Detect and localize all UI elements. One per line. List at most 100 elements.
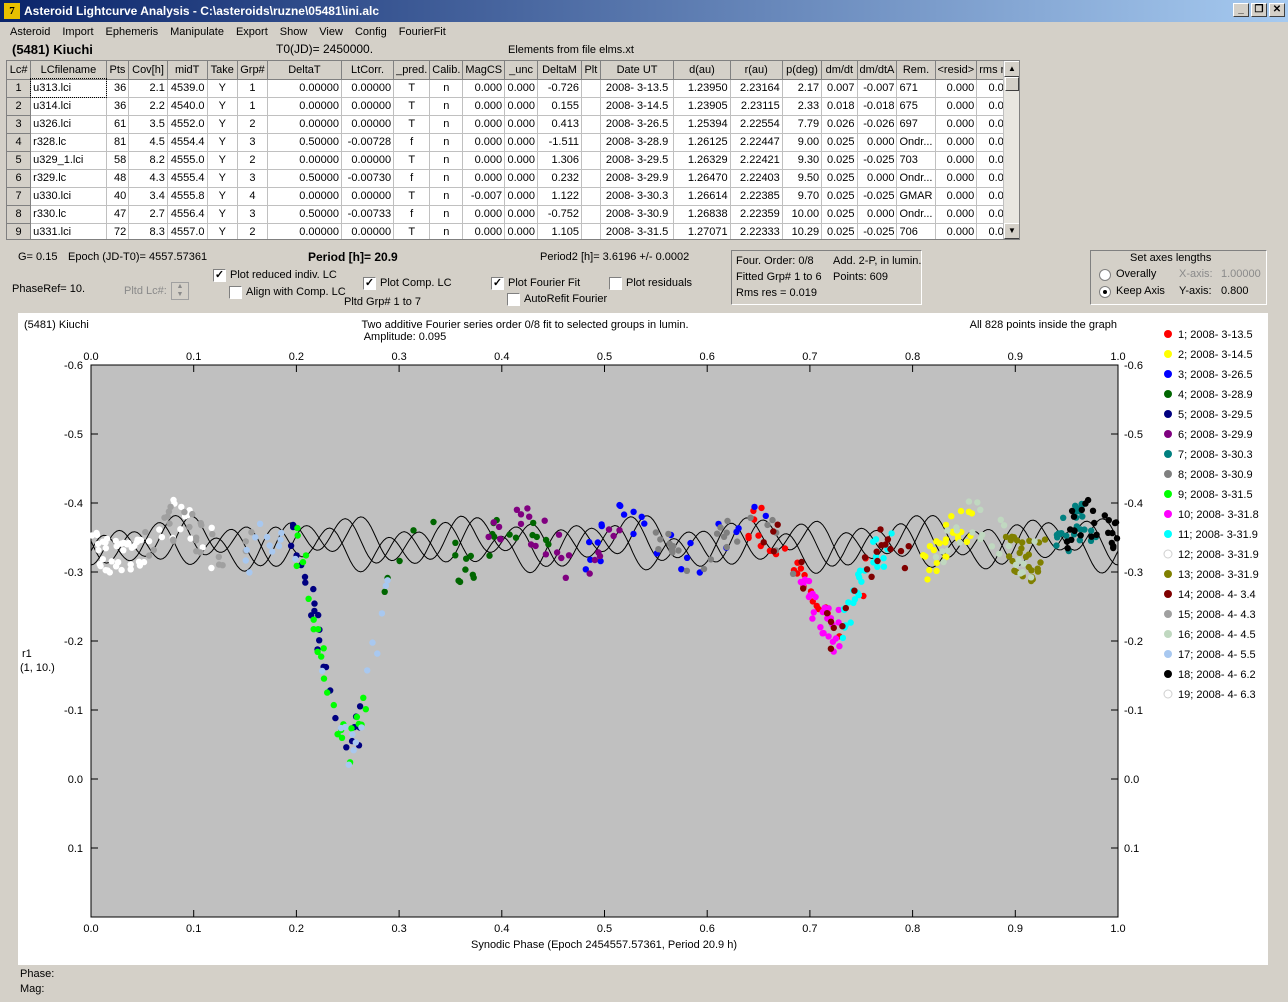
table-cell[interactable]: 0.00000: [341, 115, 395, 134]
table-row[interactable]: 9 u331.lci 72 8.3 4557.0 Y 2 0.00000 0.00000 Tn 0.…: [7, 223, 1019, 239]
column-header-date-ut[interactable]: Date UT: [600, 61, 675, 80]
keep-axis-radio[interactable]: [1099, 286, 1111, 298]
table-cell[interactable]: 0.413: [537, 115, 583, 134]
table-cell[interactable]: [581, 223, 601, 239]
table-cell[interactable]: [581, 151, 601, 170]
table-cell[interactable]: 47: [106, 205, 130, 224]
menu-config[interactable]: Config: [349, 26, 393, 38]
table-cell[interactable]: 1.23905: [673, 97, 731, 116]
close-button[interactable]: ✕: [1269, 3, 1285, 17]
table-cell[interactable]: 2.22403: [730, 169, 783, 188]
table-cell[interactable]: 0.155: [537, 97, 583, 116]
table-cell[interactable]: T: [393, 79, 431, 98]
table-cell[interactable]: 2: [237, 115, 268, 134]
table-cell[interactable]: 2008- 3-29.5: [600, 151, 675, 170]
table-cell[interactable]: u331.lci: [30, 223, 107, 239]
table-cell[interactable]: 0.000: [462, 205, 506, 224]
table-cell[interactable]: -1.511: [537, 133, 583, 152]
menu-asteroid[interactable]: Asteroid: [4, 26, 56, 38]
table-cell[interactable]: 2.23164: [730, 79, 783, 98]
column-header-rem-[interactable]: Rem.: [896, 61, 936, 80]
table-cell[interactable]: 0.007: [821, 79, 858, 98]
table-cell[interactable]: 0.000: [462, 79, 506, 98]
table-cell[interactable]: 0.00000: [267, 151, 342, 170]
table-cell[interactable]: T: [393, 187, 431, 206]
table-cell[interactable]: 2.22554: [730, 115, 783, 134]
table-cell[interactable]: Ondr...: [896, 133, 936, 152]
table-cell[interactable]: 4552.0: [167, 115, 208, 134]
table-cell[interactable]: 0.025: [821, 223, 858, 239]
table-cell[interactable]: Y: [207, 187, 239, 206]
table-cell[interactable]: 9.30: [782, 151, 823, 170]
table-cell[interactable]: 0.00000: [341, 97, 395, 116]
column-header-grp-[interactable]: Grp#: [237, 61, 268, 80]
table-cell[interactable]: -0.007: [857, 79, 898, 98]
table-cell[interactable]: 5: [7, 151, 32, 170]
table-cell[interactable]: n: [429, 187, 464, 206]
table-cell[interactable]: 72: [106, 223, 130, 239]
table-row[interactable]: 3 u326.lci 61 3.5 4552.0 Y 2 0.00000 0.00000 Tn 0.…: [7, 115, 1019, 134]
table-cell[interactable]: 2: [237, 223, 268, 239]
table-cell[interactable]: 0.025: [821, 169, 858, 188]
plot-residuals-checkbox[interactable]: [609, 277, 622, 290]
table-cell[interactable]: 0.000: [462, 169, 506, 188]
table-cell[interactable]: 4.3: [128, 169, 168, 188]
table-cell[interactable]: 2008- 3-30.3: [600, 187, 675, 206]
menu-manipulate[interactable]: Manipulate: [164, 26, 230, 38]
table-cell[interactable]: 3: [7, 115, 32, 134]
table-cell[interactable]: n: [429, 115, 464, 134]
table-cell[interactable]: [581, 115, 601, 134]
table-cell[interactable]: 2008- 3-30.9: [600, 205, 675, 224]
table-cell[interactable]: 2008- 3-13.5: [600, 79, 675, 98]
column-header-dm-dt[interactable]: dm/dt: [821, 61, 858, 80]
table-cell[interactable]: T: [393, 151, 431, 170]
table-cell[interactable]: 61: [106, 115, 130, 134]
table-cell[interactable]: 0.000: [504, 133, 539, 152]
table-cell[interactable]: 0.000: [462, 115, 506, 134]
table-cell[interactable]: 0.000: [935, 187, 978, 206]
table-cell[interactable]: f: [393, 169, 431, 188]
table-cell[interactable]: 2008- 3-29.9: [600, 169, 675, 188]
table-cell[interactable]: 2.1: [128, 79, 168, 98]
table-cell[interactable]: 0.000: [857, 133, 898, 152]
table-cell[interactable]: 0.00000: [341, 79, 395, 98]
table-cell[interactable]: u329_1.lci: [30, 151, 107, 170]
table-cell[interactable]: 0.00000: [341, 223, 395, 239]
menu-ephemeris[interactable]: Ephemeris: [100, 26, 165, 38]
table-cell[interactable]: r330.lc: [30, 205, 107, 224]
table-cell[interactable]: 1: [237, 79, 268, 98]
table-cell[interactable]: 1.26838: [673, 205, 731, 224]
column-header-magcs[interactable]: MagCS: [462, 61, 506, 80]
table-cell[interactable]: [581, 169, 601, 188]
align-checkbox[interactable]: [229, 286, 242, 299]
table-cell[interactable]: 3: [237, 169, 268, 188]
table-cell[interactable]: 0.000: [935, 115, 978, 134]
scroll-up-icon[interactable]: ▲: [1004, 61, 1019, 77]
table-cell[interactable]: 0.232: [537, 169, 583, 188]
table-cell[interactable]: u314.lci: [30, 97, 107, 116]
table-cell[interactable]: 0.000: [462, 223, 506, 239]
table-cell[interactable]: -0.025: [857, 151, 898, 170]
table-cell[interactable]: 36: [106, 97, 130, 116]
table-cell[interactable]: n: [429, 79, 464, 98]
table-cell[interactable]: 48: [106, 169, 130, 188]
table-cell[interactable]: 2.22333: [730, 223, 783, 239]
table-cell[interactable]: 9.00: [782, 133, 823, 152]
table-cell[interactable]: 0.000: [935, 223, 978, 239]
plot-comp-checkbox[interactable]: ✓: [363, 277, 376, 290]
table-cell[interactable]: 0.018: [821, 97, 858, 116]
table-cell[interactable]: f: [393, 133, 431, 152]
table-cell[interactable]: 10.00: [782, 205, 823, 224]
table-cell[interactable]: 2.22385: [730, 187, 783, 206]
table-cell[interactable]: 2: [7, 97, 32, 116]
table-cell[interactable]: 4539.0: [167, 79, 208, 98]
column-header-p-deg-[interactable]: p(deg): [782, 61, 823, 80]
table-scrollbar[interactable]: ▲ ▼: [1003, 61, 1019, 239]
table-cell[interactable]: 4555.4: [167, 169, 208, 188]
table-cell[interactable]: u330.lci: [30, 187, 107, 206]
table-cell[interactable]: n: [429, 169, 464, 188]
table-row[interactable]: 7 u330.lci 40 3.4 4555.8 Y 4 0.00000 0.00000 Tn -0…: [7, 187, 1019, 206]
table-cell[interactable]: 9.50: [782, 169, 823, 188]
table-cell[interactable]: 0.026: [821, 115, 858, 134]
table-cell[interactable]: 2: [237, 151, 268, 170]
